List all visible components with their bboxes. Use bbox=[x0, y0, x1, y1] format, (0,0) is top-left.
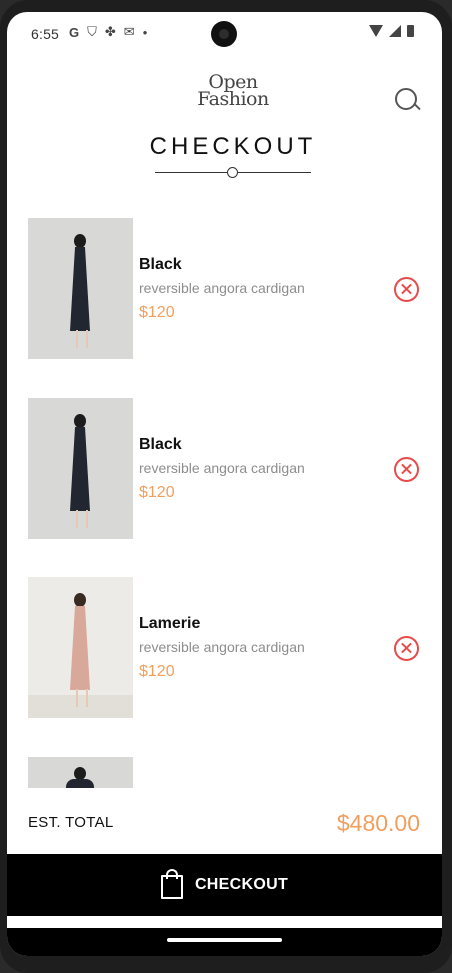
checkout-button-label: CHECKOUT bbox=[194, 876, 289, 893]
pinwheel-icon: ✤ bbox=[104, 24, 116, 39]
dot-icon: • bbox=[142, 24, 148, 40]
cart-item: Black reversible angora cardigan $120 bbox=[7, 218, 442, 359]
total-label: EST. TOTAL bbox=[28, 814, 114, 831]
cart-item: Black reversible angora cardigan $120 bbox=[7, 398, 442, 539]
model-figure bbox=[68, 593, 92, 709]
vpn-shield-icon: ⛉ bbox=[87, 24, 97, 39]
wifi-icon bbox=[369, 25, 383, 37]
signal-icon bbox=[389, 25, 401, 37]
battery-icon bbox=[407, 25, 414, 37]
google-icon: G bbox=[69, 24, 80, 40]
system-icons bbox=[369, 25, 414, 37]
app-logo[interactable]: Open Fashion bbox=[191, 73, 275, 118]
status-bar: 6:55 G ⛉ ✤ ✉ • bbox=[7, 12, 442, 56]
total-bar: EST. TOTAL $480.00 bbox=[7, 788, 442, 854]
model-figure bbox=[68, 234, 92, 350]
title-divider-ornament bbox=[227, 167, 238, 178]
notification-icons: G ⛉ ✤ ✉ • bbox=[69, 24, 147, 40]
model-figure bbox=[68, 414, 92, 530]
remove-item-icon[interactable] bbox=[394, 636, 419, 661]
front-camera bbox=[211, 21, 237, 47]
product-image-partial[interactable] bbox=[28, 757, 133, 789]
total-value: $480.00 bbox=[336, 810, 420, 836]
product-price: $120 bbox=[139, 484, 175, 501]
product-description: reversible angora cardigan bbox=[139, 460, 305, 476]
home-indicator[interactable] bbox=[167, 938, 282, 942]
product-image[interactable] bbox=[28, 577, 133, 718]
checkout-button[interactable]: CHECKOUT bbox=[7, 854, 442, 916]
product-image[interactable] bbox=[28, 218, 133, 359]
product-price: $120 bbox=[139, 304, 175, 321]
gmail-icon: ✉ bbox=[123, 24, 135, 39]
shopping-bag-icon bbox=[160, 869, 183, 899]
logo-line-2: Fashion bbox=[197, 88, 269, 110]
app-screen: 6:55 G ⛉ ✤ ✉ • Open Fashion CHECKOUT Bla… bbox=[7, 12, 442, 956]
navigation-bar bbox=[7, 928, 442, 956]
product-name: Black bbox=[139, 256, 182, 273]
product-name: Black bbox=[139, 436, 182, 453]
cart-item: Lamerie reversible angora cardigan $120 bbox=[7, 577, 442, 718]
remove-item-icon[interactable] bbox=[394, 457, 419, 482]
remove-item-icon[interactable] bbox=[394, 277, 419, 302]
status-time: 6:55 bbox=[31, 26, 60, 42]
product-description: reversible angora cardigan bbox=[139, 639, 305, 655]
product-description: reversible angora cardigan bbox=[139, 280, 305, 296]
device-frame: 6:55 G ⛉ ✤ ✉ • Open Fashion CHECKOUT Bla… bbox=[0, 0, 452, 973]
product-price: $120 bbox=[139, 663, 175, 680]
search-icon[interactable] bbox=[395, 88, 417, 110]
product-name: Lamerie bbox=[139, 615, 201, 632]
page-title: CHECKOUT bbox=[149, 133, 317, 160]
product-image[interactable] bbox=[28, 398, 133, 539]
